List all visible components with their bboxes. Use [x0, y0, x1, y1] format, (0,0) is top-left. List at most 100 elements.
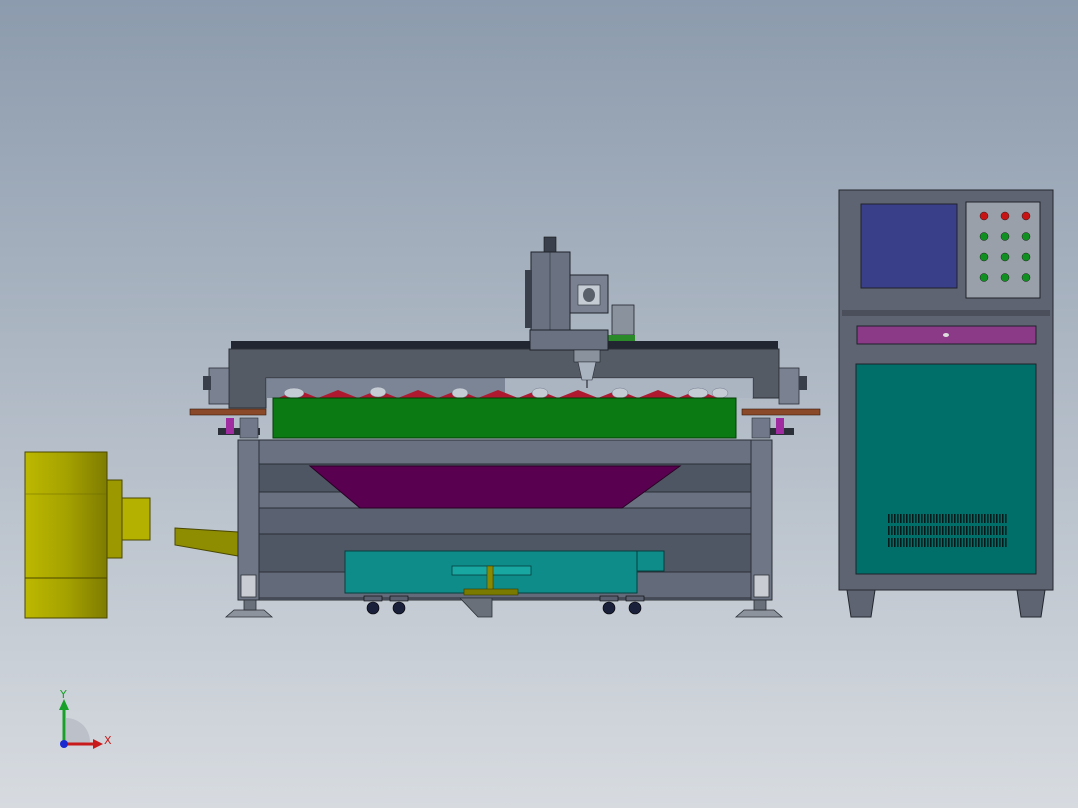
vent-slot — [969, 526, 971, 535]
vent-slot — [1002, 538, 1004, 547]
indicator-led-green — [1000, 252, 1010, 262]
vent-slot — [954, 538, 956, 547]
vent-slot — [894, 526, 896, 535]
vent-slot — [903, 526, 905, 535]
control-cabinet — [838, 189, 1054, 618]
vent-slot — [951, 538, 953, 547]
vent-slot — [900, 514, 902, 523]
vent-slot — [888, 526, 890, 535]
vent-slot — [936, 526, 938, 535]
vent-slot — [963, 514, 965, 523]
hmi-screen — [860, 203, 958, 289]
vent-slot — [939, 514, 941, 523]
vent-slot — [942, 526, 944, 535]
vent-slot — [924, 514, 926, 523]
vent-slot — [906, 538, 908, 547]
vent-slot — [984, 526, 986, 535]
vent-slot — [891, 538, 893, 547]
vent-slot — [897, 514, 899, 523]
vent-slot — [966, 538, 968, 547]
indicator-led-green — [1021, 252, 1031, 262]
vent-slot — [891, 526, 893, 535]
x-axis-label: X — [104, 734, 112, 747]
vent-slot — [903, 514, 905, 523]
vent-slot — [918, 514, 920, 523]
y-axis-label: Y — [59, 688, 67, 701]
vent-slot — [894, 514, 896, 523]
vent-slot — [936, 538, 938, 547]
vent-slot — [960, 526, 962, 535]
dust-hopper — [308, 465, 682, 509]
vent-slot — [963, 538, 965, 547]
vent-slot — [930, 526, 932, 535]
vent-slot — [903, 538, 905, 547]
vent-slot — [918, 538, 920, 547]
vent-slot — [939, 526, 941, 535]
vent-slot — [930, 538, 932, 547]
vent-slot — [990, 538, 992, 547]
vent-slot — [972, 538, 974, 547]
vent-slot — [936, 514, 938, 523]
vent-slot — [972, 526, 974, 535]
vent-slot — [939, 538, 941, 547]
vent-slot — [909, 526, 911, 535]
vent-slot — [891, 514, 893, 523]
vent-slot — [969, 514, 971, 523]
vent-slot — [915, 538, 917, 547]
vent-slot — [942, 538, 944, 547]
vent-slot — [945, 538, 947, 547]
vent-slot — [990, 514, 992, 523]
vent-slot — [996, 514, 998, 523]
vent-slot — [999, 538, 1001, 547]
vent-slot — [951, 514, 953, 523]
vent-slot — [975, 538, 977, 547]
vent-slot — [948, 526, 950, 535]
vent-slot — [966, 526, 968, 535]
vent-slot — [984, 514, 986, 523]
vent-slot — [1005, 514, 1007, 523]
vent-slot — [996, 526, 998, 535]
indicator-led-green — [1021, 273, 1031, 282]
vent-slot — [975, 526, 977, 535]
vent-slot — [906, 526, 908, 535]
vent-slot — [933, 538, 935, 547]
cad-assembly-view: Y X — [0, 0, 1078, 808]
vent-slot — [915, 514, 917, 523]
vent-slot — [957, 526, 959, 535]
vent-slot — [1005, 526, 1007, 535]
vent-slot — [984, 538, 986, 547]
vent-slot — [1002, 526, 1004, 535]
vent-slot — [954, 514, 956, 523]
vent-slot — [954, 526, 956, 535]
vent-slot — [927, 514, 929, 523]
vent-slot — [966, 514, 968, 523]
vent-slot — [948, 538, 950, 547]
vent-slot — [924, 538, 926, 547]
vent-slot — [912, 526, 914, 535]
vent-slot — [918, 526, 920, 535]
vent-slot — [957, 514, 959, 523]
vent-slot — [960, 538, 962, 547]
vent-slot — [921, 514, 923, 523]
indicator-led-red — [1021, 211, 1031, 221]
vent-slot — [930, 514, 932, 523]
vent-slot — [981, 538, 983, 547]
vent-slot — [972, 514, 974, 523]
vent-slot — [993, 538, 995, 547]
vent-slot — [933, 526, 935, 535]
vent-slot — [999, 526, 1001, 535]
vent-slot — [921, 526, 923, 535]
vent-slot — [948, 514, 950, 523]
vent-slot — [912, 514, 914, 523]
vent-slot — [909, 538, 911, 547]
vent-slot — [990, 526, 992, 535]
vent-slot — [969, 538, 971, 547]
indicator-led-green — [979, 273, 989, 282]
indicator-led-green — [1000, 273, 1010, 282]
vent-slot — [993, 514, 995, 523]
vent-slot — [900, 538, 902, 547]
vent-slot — [981, 526, 983, 535]
vent-slot — [921, 538, 923, 547]
vent-slot — [996, 538, 998, 547]
vent-slot — [1005, 538, 1007, 547]
